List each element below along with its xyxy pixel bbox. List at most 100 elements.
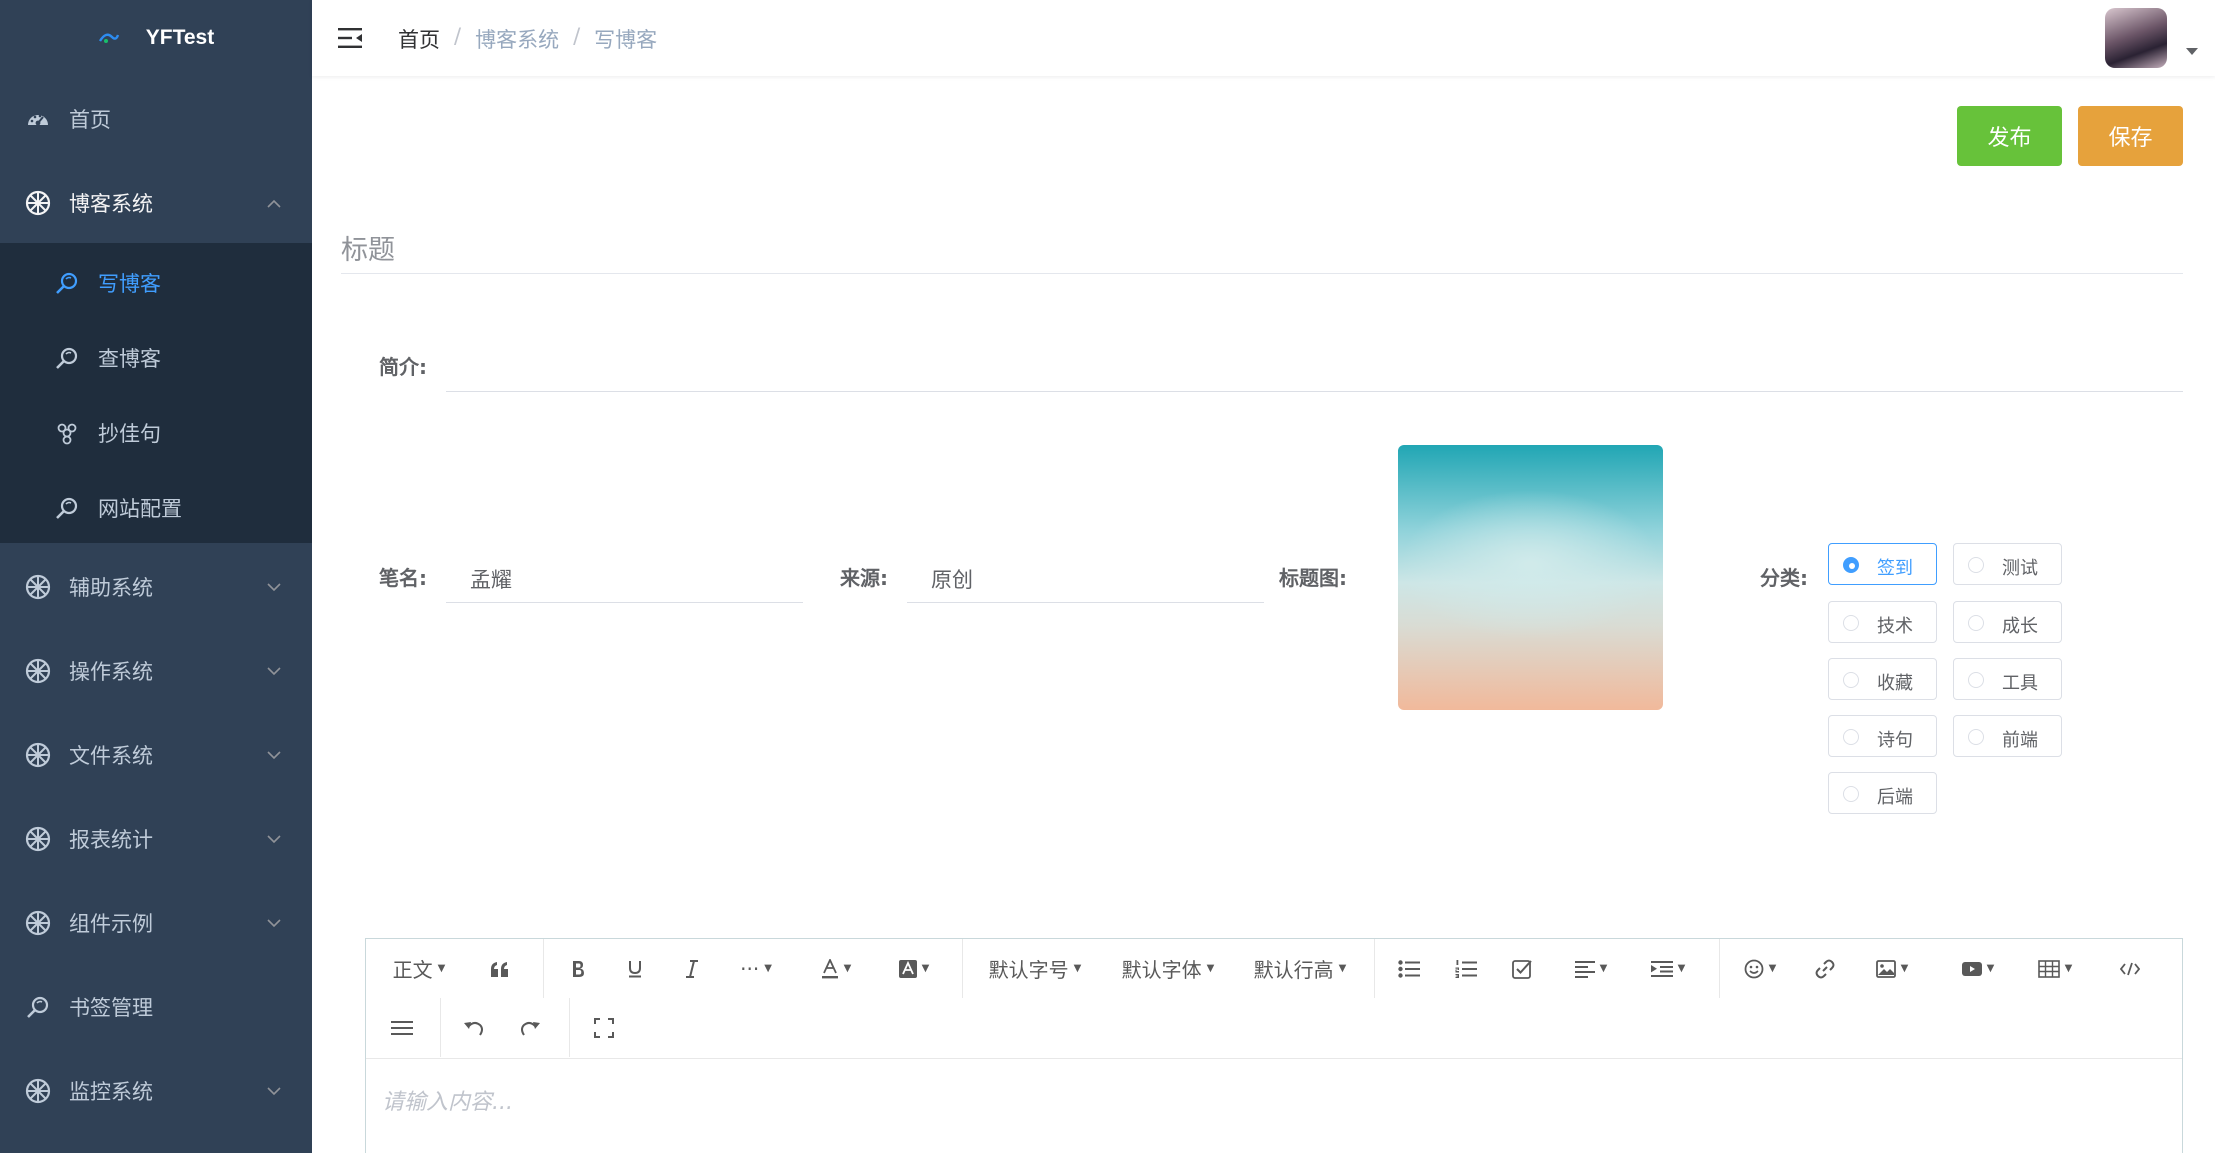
title-input[interactable] <box>341 228 2183 274</box>
font-size-dropdown[interactable]: 默认字号 ▼ <box>985 939 1085 998</box>
fullscreen-icon[interactable] <box>588 998 620 1057</box>
caret-icon: ▼ <box>764 963 772 974</box>
grape-icon <box>55 421 79 445</box>
sidebar-item-monitoring[interactable]: 监控系统 <box>0 1049 312 1133</box>
font-color-icon[interactable]: ▼ <box>816 939 856 998</box>
sidebar-subitem-label: 查博客 <box>98 346 161 371</box>
source-input[interactable] <box>907 555 1264 603</box>
editor-toolbar-row-2 <box>366 998 2182 1057</box>
category-radio[interactable]: 成长 <box>1953 601 2062 643</box>
editor-toolbar-row-1: 正文 ▼ ··· ▼ ▼ ▼ 默认字号 ▼ 默认字体 ▼ 默认行高 ▼ ▼ ▼ … <box>366 939 2182 998</box>
category-radio[interactable]: 工具 <box>1953 658 2062 700</box>
indent-icon[interactable]: ▼ <box>1646 939 1690 998</box>
publish-button[interactable]: 发布 <box>1957 106 2062 166</box>
radio-circle <box>1843 672 1859 688</box>
numbered-list-icon[interactable] <box>1451 939 1481 998</box>
category-radio[interactable]: 收藏 <box>1828 658 1937 700</box>
undo-icon[interactable] <box>458 998 490 1057</box>
sidebar-item-file[interactable]: 文件系统 <box>0 713 312 797</box>
author-label: 笔名: <box>379 566 427 590</box>
sidebar-item-operation[interactable]: 操作系统 <box>0 629 312 713</box>
toolbar-divider <box>1374 939 1375 998</box>
divider-line-icon[interactable] <box>386 998 418 1057</box>
category-radio[interactable]: 签到 <box>1828 543 1937 585</box>
search-icon <box>55 346 79 370</box>
sidebar-item-label: 操作系统 <box>69 660 153 684</box>
todo-checkbox-icon[interactable] <box>1507 939 1537 998</box>
paragraph-dropdown[interactable]: 正文 ▼ <box>386 939 452 998</box>
category-radio[interactable]: 技术 <box>1828 601 1937 643</box>
sidebar-subitem-quotes[interactable]: 抄佳句 <box>0 395 312 470</box>
wheel-icon <box>25 742 51 768</box>
category-label: 分类: <box>1760 566 1808 590</box>
chevron-down-icon <box>266 915 282 931</box>
line-height-dropdown[interactable]: 默认行高 ▼ <box>1250 939 1350 998</box>
sidebar-item-components[interactable]: 组件示例 <box>0 881 312 965</box>
editor-content-area[interactable]: 请输入内容... <box>382 1084 513 1116</box>
hamburger-menu-icon[interactable] <box>336 24 364 52</box>
video-icon[interactable]: ▼ <box>1956 939 2000 998</box>
save-button[interactable]: 保存 <box>2078 106 2183 166</box>
bullet-list-icon[interactable] <box>1394 939 1424 998</box>
sidebar-item-label: 博客系统 <box>69 192 153 216</box>
align-icon[interactable]: ▼ <box>1569 939 1613 998</box>
table-icon[interactable]: ▼ <box>2033 939 2077 998</box>
redo-icon[interactable] <box>514 998 546 1057</box>
sidebar-item-reports[interactable]: 报表统计 <box>0 797 312 881</box>
logo-text: YFTest <box>145 26 215 49</box>
more-styles-dropdown[interactable]: ··· ▼ <box>732 939 780 998</box>
source-label: 来源: <box>840 566 888 590</box>
cover-image-upload[interactable] <box>1398 445 1663 710</box>
breadcrumb-blog-system[interactable]: 博客系统 <box>475 24 559 54</box>
font-family-dropdown[interactable]: 默认字体 ▼ <box>1118 939 1218 998</box>
category-radio[interactable]: 测试 <box>1953 543 2062 585</box>
image-icon[interactable]: ▼ <box>1870 939 1914 998</box>
caret-icon: ▼ <box>843 963 852 974</box>
summary-input[interactable] <box>446 344 2183 392</box>
radio-circle <box>1968 729 1984 745</box>
caret-icon: ▼ <box>1338 963 1347 974</box>
chevron-down-icon <box>266 663 282 679</box>
category-radio-label: 签到 <box>1877 558 1913 579</box>
background-color-icon[interactable]: ▼ <box>894 939 934 998</box>
sidebar-item-blog-system[interactable]: 博客系统 <box>0 161 312 245</box>
emoji-icon[interactable]: ▼ <box>1740 939 1780 998</box>
toolbar-divider <box>543 939 544 998</box>
underline-icon[interactable] <box>620 939 650 998</box>
code-icon[interactable] <box>2115 939 2145 998</box>
category-radio[interactable]: 后端 <box>1828 772 1937 814</box>
radio-circle <box>1843 786 1859 802</box>
sidebar-subitem-write-blog[interactable]: 写博客 <box>0 245 312 320</box>
sidebar-item-label: 书签管理 <box>69 996 153 1020</box>
sidebar-subitem-site-config[interactable]: 网站配置 <box>0 470 312 545</box>
wheel-icon <box>25 910 51 936</box>
sidebar-item-home[interactable]: 首页 <box>0 77 312 161</box>
sidebar-item-auxiliary[interactable]: 辅助系统 <box>0 545 312 629</box>
category-radio[interactable]: 前端 <box>1953 715 2062 757</box>
category-radio[interactable]: 诗句 <box>1828 715 1937 757</box>
logo-icon <box>98 27 120 49</box>
search-icon <box>55 496 79 520</box>
sidebar-item-label: 首页 <box>69 108 111 132</box>
top-navbar: 首页 / 博客系统 / 写博客 <box>312 0 2215 76</box>
avatar[interactable] <box>2105 8 2167 68</box>
blockquote-icon[interactable] <box>484 939 516 998</box>
radio-circle <box>1968 615 1984 631</box>
breadcrumb-home[interactable]: 首页 <box>398 24 440 54</box>
breadcrumb-separator: / <box>454 24 462 48</box>
category-radio-label: 收藏 <box>1877 673 1913 694</box>
sidebar-subitem-label: 抄佳句 <box>98 421 161 446</box>
sidebar-subitem-view-blog[interactable]: 查博客 <box>0 320 312 395</box>
bold-icon[interactable] <box>563 939 593 998</box>
sidebar-item-bookmarks[interactable]: 书签管理 <box>0 965 312 1049</box>
sidebar-item-label: 组件示例 <box>69 912 153 936</box>
chevron-down-icon <box>266 579 282 595</box>
author-input[interactable] <box>446 555 803 603</box>
caret-icon: ▼ <box>1986 963 1995 974</box>
link-icon[interactable] <box>1810 939 1840 998</box>
logo[interactable]: YFTest <box>0 0 312 76</box>
line-height-label: 默认行高 <box>1253 958 1334 982</box>
caret-down-icon[interactable] <box>2186 48 2198 55</box>
italic-icon[interactable] <box>677 939 707 998</box>
sidebar-item-label: 文件系统 <box>69 744 153 768</box>
